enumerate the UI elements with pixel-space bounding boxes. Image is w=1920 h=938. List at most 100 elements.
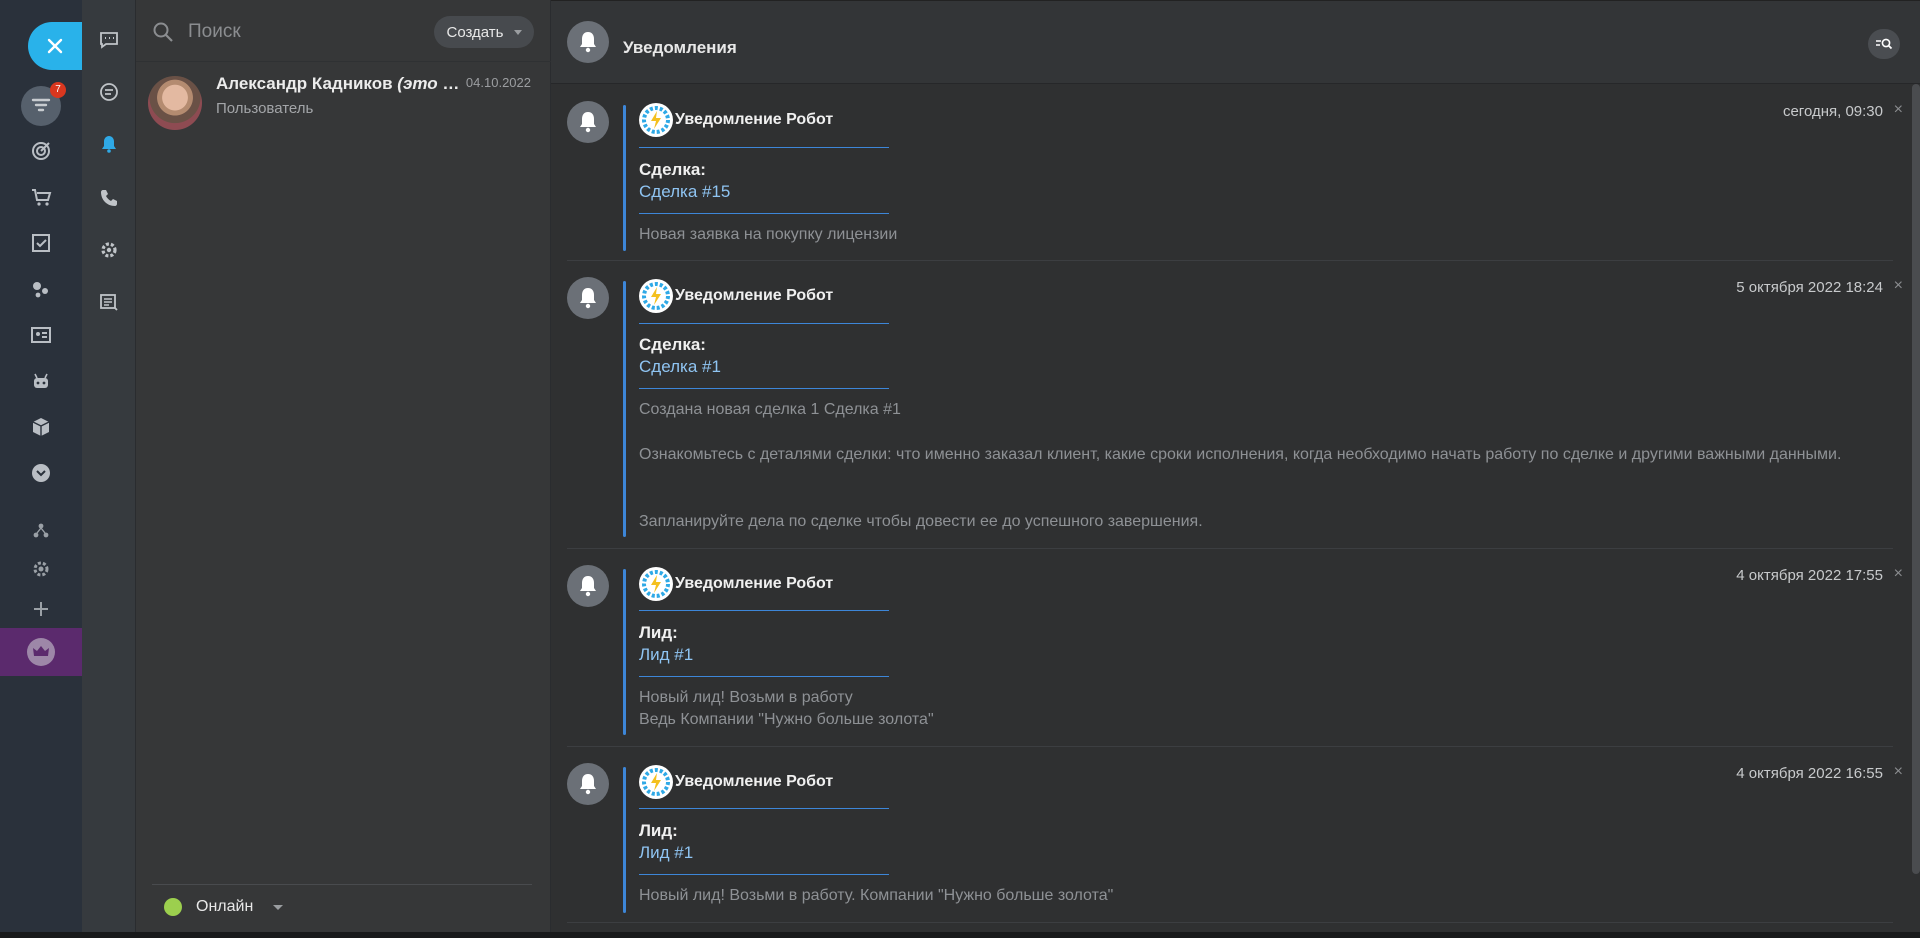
tab-notifications[interactable]: [97, 132, 121, 156]
bell-icon: [580, 774, 596, 795]
divider: [136, 61, 551, 62]
search-icon: [153, 22, 173, 42]
notification-text: Новая заявка на покупку лицензии: [639, 226, 898, 243]
status-label: Онлайн: [196, 898, 254, 915]
notification-field-label: Лид:: [639, 623, 678, 642]
notification-text: Ознакомьтесь с деталями сделки: что имен…: [639, 446, 1842, 463]
tab-settings[interactable]: [97, 238, 121, 262]
chevron-down-icon: [513, 29, 522, 35]
notification-item: Уведомление Робот Сделка: Сделка #1 Созд…: [567, 261, 1903, 549]
rail-add-button[interactable]: [22, 590, 60, 628]
bell-icon: [102, 136, 116, 153]
notification-bell-avatar: [567, 277, 609, 319]
notification-time: сегодня, 09:30: [1782, 103, 1883, 120]
robot-icon: [34, 373, 48, 388]
checkbox-icon: [32, 234, 50, 252]
create-button[interactable]: Создать: [434, 16, 534, 48]
deal-link[interactable]: Сделка #15: [639, 182, 730, 202]
status-selector[interactable]: Онлайн: [164, 898, 284, 916]
notification-sender: Уведомление Робот: [639, 279, 833, 313]
recent-list-panel: Поиск Создать Александр Кадников (это в.…: [136, 0, 551, 932]
notification-text: Запланируйте дела по сделке чтобы довест…: [639, 513, 1203, 530]
id-card-icon: [31, 327, 51, 343]
rail-more-button[interactable]: [22, 454, 60, 492]
divider: [639, 808, 889, 809]
rail-settings-button[interactable]: [22, 550, 60, 588]
notification-time: 4 октября 2022 17:55: [1736, 567, 1883, 584]
chat-lines-icon: [100, 83, 118, 101]
notification-accent-bar: [623, 569, 626, 735]
bubbles-icon: [33, 282, 48, 298]
search-notifications-button[interactable]: [1868, 29, 1900, 59]
notification-sender: Уведомление Робот: [639, 567, 833, 601]
divider: [639, 610, 889, 611]
scrollbar[interactable]: [1912, 84, 1920, 874]
divider: [639, 676, 889, 677]
notification-accent-bar: [623, 105, 626, 251]
close-notification-button[interactable]: ×: [1894, 101, 1903, 119]
bell-icon: [580, 288, 596, 309]
box-icon: [32, 418, 50, 436]
rail-filter-button[interactable]: 7: [21, 82, 66, 126]
filter-icon: [31, 98, 51, 112]
close-notification-button[interactable]: ×: [1894, 763, 1903, 781]
tab-calls[interactable]: [97, 186, 121, 210]
rail-target-button[interactable]: [22, 132, 60, 170]
close-notification-button[interactable]: ×: [1894, 565, 1903, 583]
close-notification-button[interactable]: ×: [1894, 277, 1903, 295]
divider: [639, 323, 889, 324]
lead-link[interactable]: Лид #1: [639, 645, 693, 665]
notification-time: 5 октября 2022 18:24: [1736, 279, 1883, 296]
robot-logo-icon: [639, 103, 673, 137]
crown-icon: [27, 638, 55, 666]
tab-open-lines[interactable]: [97, 80, 121, 104]
gear-icon: [33, 561, 49, 577]
messenger-tabs: [82, 0, 136, 932]
rail-box-button[interactable]: [22, 408, 60, 446]
rail-premium-button[interactable]: [0, 628, 82, 676]
contact-date: 04.10.2022: [465, 75, 531, 90]
tab-chats[interactable]: [97, 28, 121, 52]
notification-bell-avatar: [567, 565, 609, 607]
rail-tasks-button[interactable]: [22, 224, 60, 262]
bell-icon: [580, 576, 596, 597]
divider: [639, 874, 889, 875]
chevron-down-icon: [273, 904, 284, 910]
rail-robot-button[interactable]: [22, 362, 60, 400]
target-icon: [32, 142, 50, 160]
contact-role: Пользователь: [216, 100, 314, 117]
chat-icon: [100, 32, 118, 49]
notification-bell-avatar: [567, 763, 609, 805]
chevron-down-circle-icon: [32, 464, 50, 482]
rail-cart-button[interactable]: [22, 178, 60, 216]
notification-text: Создана новая сделка 1 Сделка #1: [639, 401, 901, 418]
header-bell-avatar: [567, 21, 609, 63]
rail-structure-button[interactable]: [22, 512, 60, 550]
left-rail: 7: [0, 0, 82, 932]
list-item[interactable]: Александр Кадников (это в... 04.10.2022 …: [148, 74, 543, 134]
notification-field-label: Сделка:: [639, 335, 706, 354]
close-messenger-button[interactable]: [28, 22, 82, 70]
lead-link[interactable]: Лид #1: [639, 843, 693, 863]
notification-item: Уведомление Робот Сделка: Сделка #15 Нов…: [567, 85, 1903, 261]
robot-logo-icon: [639, 567, 673, 601]
structure-icon: [33, 523, 49, 538]
robot-logo-icon: [639, 279, 673, 313]
notification-time: 4 октября 2022 16:55: [1736, 765, 1883, 782]
rail-contacts-button[interactable]: [22, 316, 60, 354]
notification-accent-bar: [623, 767, 626, 913]
notification-field-label: Лид:: [639, 821, 678, 840]
rail-crm-button[interactable]: [22, 270, 60, 308]
deal-link[interactable]: Сделка #1: [639, 357, 721, 377]
notification-sender: Уведомление Робот: [639, 103, 833, 137]
plus-icon: [34, 602, 48, 616]
tab-history[interactable]: [97, 290, 121, 314]
contact-name: Александр Кадников (это в...: [216, 74, 462, 93]
notification-text: Новый лид! Возьми в работу. Компании "Ну…: [639, 887, 1114, 904]
divider: [639, 213, 889, 214]
notification-sender: Уведомление Робот: [639, 765, 833, 799]
avatar: [148, 76, 202, 130]
search-input[interactable]: Поиск: [188, 21, 241, 43]
bell-icon: [580, 112, 596, 133]
gear-icon: [101, 242, 117, 258]
